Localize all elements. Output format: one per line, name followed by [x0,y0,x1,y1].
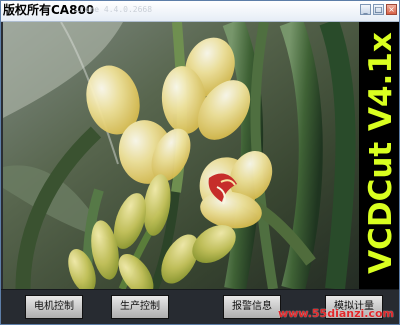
motor-control-button[interactable]: 电机控制 [25,295,83,319]
minimize-icon[interactable]: _ [360,4,371,15]
orchid-photo [3,22,359,289]
app-window: 版权所有CA800 …time 4.4.0.2668 _ □ × VCDCut … [0,0,400,325]
orchid-photo-image [3,22,359,289]
alarm-info-button[interactable]: 报警信息 [223,295,281,319]
bottom-watermark: www.55dianzi.com [277,307,394,320]
maximize-icon[interactable]: □ [373,4,384,15]
close-icon[interactable]: × [386,4,397,15]
bottom-menu-bar: 电机控制 生产控制 报警信息 模拟计量 www.55dianzi.com [1,289,399,324]
window-title: …time 4.4.0.2668 [75,5,153,14]
window-titlebar[interactable]: 版权所有CA800 …time 4.4.0.2668 _ □ × [1,1,399,22]
app-vertical-title: VCDCut V4.1x [363,32,399,274]
sidebar-title-panel: VCDCut V4.1x [359,22,399,289]
production-control-button[interactable]: 生产控制 [111,295,169,319]
window-controls: _ □ × [360,4,397,15]
